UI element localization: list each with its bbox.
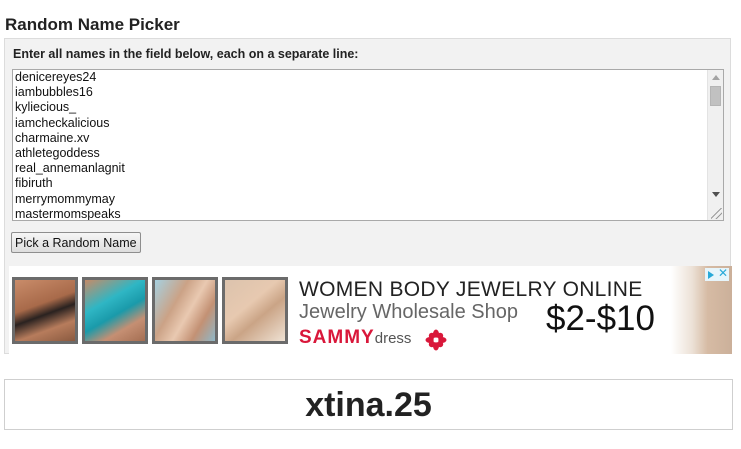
scroll-down-arrow-icon[interactable] — [712, 192, 720, 197]
adchoices-play-icon — [708, 271, 714, 279]
ad-thumbnail[interactable] — [222, 277, 288, 344]
picker-panel: Enter all names in the field below, each… — [4, 38, 732, 354]
name-line: fibiruth — [15, 176, 53, 191]
ad-subheadline: Jewelry Wholesale Shop — [299, 301, 518, 323]
name-line: real_annemanlagnit — [15, 161, 125, 176]
ad-thumbnail[interactable] — [12, 277, 78, 344]
scroll-up-arrow-icon[interactable] — [712, 75, 720, 80]
names-list: denicereyes24 iambubbles16 kyliecious_ i… — [15, 70, 125, 221]
ad-thumbnail[interactable] — [82, 277, 148, 344]
resize-grip-icon[interactable] — [711, 208, 722, 219]
name-line: athletegoddess — [15, 146, 100, 161]
name-line: kyliecious_ — [15, 100, 77, 115]
name-line: charmaine.xv — [15, 130, 90, 145]
name-line: denicereyes24 — [15, 70, 97, 84]
ad-brand-suffix: dress — [374, 330, 412, 347]
adchoices-icon[interactable]: ✕ — [705, 267, 729, 281]
name-line: merrymommymay — [15, 191, 115, 206]
ad-thumbnail[interactable] — [152, 277, 218, 344]
ad-brand: SAMMYdress — [299, 327, 411, 349]
instructions-label: Enter all names in the field below, each… — [13, 47, 359, 61]
adchoices-close-icon[interactable]: ✕ — [718, 267, 728, 280]
ad-brand-main: SAMMY — [299, 327, 375, 348]
textarea-scrollbar[interactable] — [707, 70, 723, 220]
flower-logo-icon — [425, 329, 447, 351]
name-line: iambubbles16 — [15, 85, 93, 100]
names-textarea[interactable]: denicereyes24 iambubbles16 kyliecious_ i… — [12, 69, 724, 221]
pick-random-name-button[interactable]: Pick a Random Name — [11, 232, 141, 253]
name-line: iamcheckalicious — [15, 115, 110, 130]
ad-price: $2-$10 — [546, 299, 655, 338]
picked-name: xtina.25 — [305, 386, 432, 424]
ad-banner[interactable]: WOMEN BODY JEWELRY ONLINE Jewelry Wholes… — [9, 266, 732, 354]
scroll-thumb[interactable] — [710, 86, 721, 106]
page-title: Random Name Picker — [5, 15, 180, 34]
result-box: xtina.25 — [4, 379, 733, 430]
name-line: mastermomspeaks — [15, 206, 121, 221]
